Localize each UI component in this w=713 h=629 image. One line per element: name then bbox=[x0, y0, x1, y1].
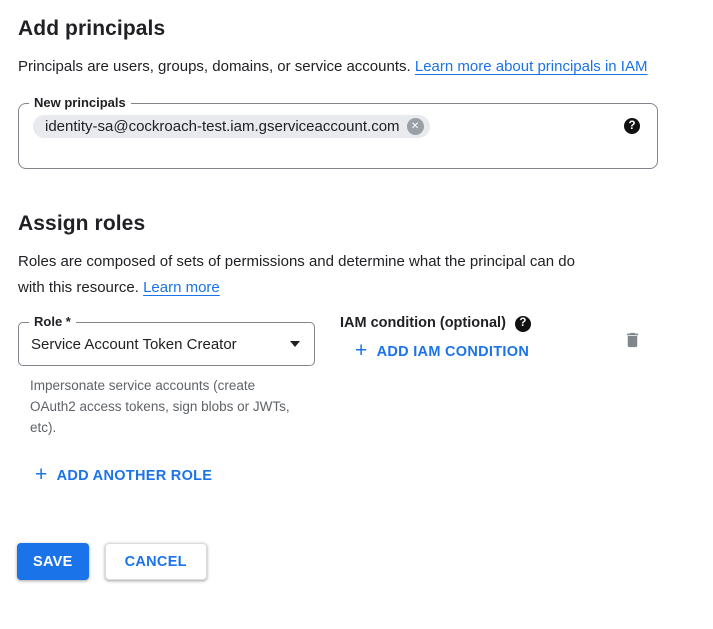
roles-description-text: Roles are composed of sets of permission… bbox=[18, 253, 575, 296]
principal-chip: identity-sa@cockroach-test.iam.gservicea… bbox=[33, 115, 430, 138]
page-title: Add principals bbox=[18, 16, 713, 41]
cancel-button[interactable]: CANCEL bbox=[105, 543, 207, 580]
plus-icon: + bbox=[35, 467, 48, 483]
role-column: Role * Service Account Token Creator Imp… bbox=[18, 315, 315, 438]
dropdown-arrow-icon bbox=[290, 341, 300, 347]
trash-icon bbox=[623, 338, 642, 353]
role-select-label: Role * bbox=[29, 314, 76, 330]
chip-remove-icon[interactable]: ✕ bbox=[407, 118, 424, 135]
new-principals-help-icon[interactable]: ? bbox=[624, 118, 640, 134]
iam-condition-label-row: IAM condition (optional) ? bbox=[340, 315, 531, 332]
principal-chip-text: identity-sa@cockroach-test.iam.gservicea… bbox=[45, 118, 400, 135]
plus-icon: + bbox=[355, 343, 368, 359]
roles-description: Roles are composed of sets of permission… bbox=[18, 249, 603, 301]
add-principals-panel: Add principals Principals are users, gro… bbox=[0, 0, 713, 580]
iam-condition-column: IAM condition (optional) ? + ADD IAM CON… bbox=[340, 315, 531, 363]
iam-condition-help-icon[interactable]: ? bbox=[515, 316, 531, 332]
principals-description-text: Principals are users, groups, domains, o… bbox=[18, 58, 411, 75]
add-iam-condition-label: ADD IAM CONDITION bbox=[377, 344, 530, 360]
add-another-role-label: ADD ANOTHER ROLE bbox=[57, 468, 213, 484]
action-buttons: SAVE CANCEL bbox=[18, 543, 713, 580]
role-select[interactable]: Role * Service Account Token Creator bbox=[18, 322, 315, 366]
role-helper-text: Impersonate service accounts (create OAu… bbox=[30, 375, 290, 438]
role-row: Role * Service Account Token Creator Imp… bbox=[18, 315, 658, 438]
save-button[interactable]: SAVE bbox=[17, 543, 89, 580]
add-another-role-button[interactable]: + ADD ANOTHER ROLE bbox=[35, 468, 212, 484]
add-iam-condition-button[interactable]: + ADD IAM CONDITION bbox=[355, 344, 529, 360]
new-principals-field[interactable]: New principals identity-sa@cockroach-tes… bbox=[18, 103, 658, 169]
learn-more-principals-link[interactable]: Learn more about principals in IAM bbox=[415, 58, 648, 75]
assign-roles-title: Assign roles bbox=[18, 211, 713, 236]
iam-condition-label: IAM condition (optional) bbox=[340, 315, 506, 332]
learn-more-roles-link[interactable]: Learn more bbox=[143, 279, 220, 296]
new-principals-label: New principals bbox=[29, 95, 131, 111]
principals-description: Principals are users, groups, domains, o… bbox=[18, 54, 648, 80]
delete-role-button[interactable] bbox=[621, 328, 644, 352]
role-select-value: Service Account Token Creator bbox=[31, 336, 237, 353]
